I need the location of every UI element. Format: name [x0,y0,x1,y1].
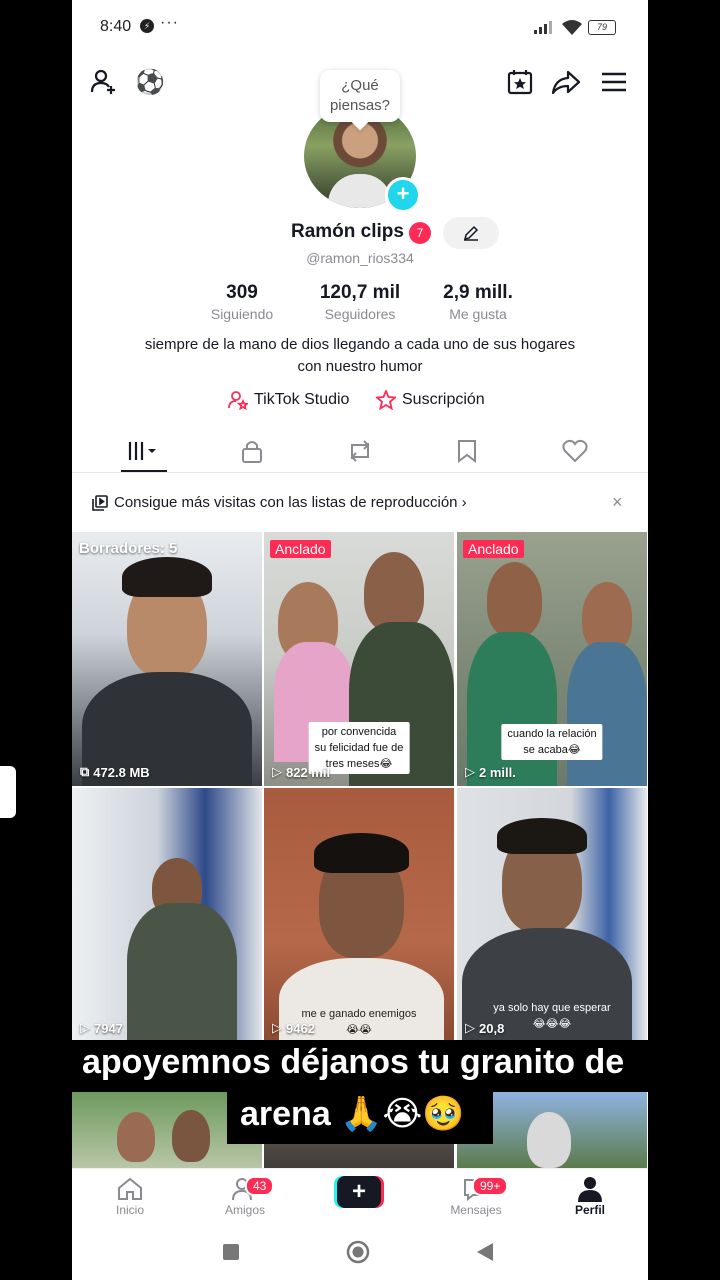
video-thumbnail[interactable]: Borradores: 5 ⧉ 472.8 MB [72,532,262,786]
tiktok-studio-link[interactable]: TikTok Studio [228,390,349,410]
drafts-icon: ⧉ [80,764,90,779]
stat-following[interactable]: 309 Siguiendo [192,282,292,322]
messenger-icon: ⚡ [140,19,154,33]
grid-icon [128,442,156,460]
add-friend-icon[interactable] [88,66,120,98]
video-thumbnail[interactable]: ya solo hay que esperar 😂😂😂 ▷ 20,8 [457,788,647,1042]
video-thumbnail[interactable]: Anclado cuando la relación se acaba😂 ▷ 2 … [457,532,647,786]
nav-profile[interactable]: Perfil [550,1175,630,1217]
friends-badge: 43 [245,1176,275,1196]
home-button-icon[interactable] [346,1240,370,1264]
video-caption: ya solo hay que esperar 😂😂😂 [493,1002,611,1030]
plus-icon: + [337,1176,381,1208]
repost-icon [350,440,370,462]
notification-badge: 7 [409,222,431,244]
video-thumbnail[interactable]: Anclado por convencida su felicidad fue … [264,532,454,786]
side-edge-handle[interactable] [0,766,16,818]
bookmark-icon [458,440,476,463]
drafts-label: Borradores: 5 [79,540,178,557]
tab-saved[interactable] [443,434,491,468]
pinned-badge: Anclado [463,540,524,558]
caption-overlay-line1: apoyemnos déjanos tu granito de [82,1043,625,1081]
play-icon: ▷ [465,764,475,779]
playlist-banner[interactable]: Consigue más visitas con las listas de r… [72,480,648,524]
home-icon [118,1177,142,1200]
pencil-icon [463,225,479,241]
caption-overlay-line2: arena 🙏😭🥹 [240,1095,465,1133]
tab-reposts[interactable] [336,434,384,468]
star-badge-icon [376,390,396,410]
note-bubble[interactable]: ¿Qué piensas? [320,70,400,122]
tab-divider [72,472,648,473]
add-story-icon[interactable]: + [385,177,421,213]
banner-text: Consigue más visitas con las listas de r… [114,494,467,511]
video-size: ⧉ 472.8 MB [80,764,150,780]
view-count: ▷ 822 mil [272,764,331,780]
phone-screen: 8:40 ⚡ ··· 79 ⚽ ¿Qué piensas? + Ramón cl… [72,0,648,1280]
back-icon[interactable] [476,1242,494,1262]
pinned-badge: Anclado [270,540,331,558]
share-icon[interactable] [550,66,582,98]
stat-followers[interactable]: 120,7 mil Seguidores [305,282,415,322]
wifi-icon [562,20,582,35]
play-icon: ▷ [465,1020,475,1035]
status-more: ··· [160,14,179,31]
close-icon[interactable]: × [612,492,623,513]
signal-icon [534,21,552,34]
recent-apps-icon[interactable] [222,1243,240,1261]
play-icon: ▷ [272,764,282,779]
calendar-star-icon[interactable] [504,66,536,98]
nav-inbox[interactable]: Mensajes 99+ [436,1175,516,1217]
view-count: ▷ 7947 [80,1020,123,1036]
view-count: ▷ 20,8 [465,1020,505,1036]
bottom-nav: Inicio Amigos 43 + Mensajes 99+ Perfil [72,1168,648,1225]
play-icon: ▷ [272,1020,282,1035]
status-bar: 8:40 ⚡ ··· 79 [72,0,648,54]
status-time: 8:40 [100,18,132,35]
profile-handle: @ramon_rios334 [306,250,414,266]
play-icon: ▷ [80,1020,90,1035]
video-thumbnail[interactable]: me e ganado enemigos 😭😭 ▷ 9462 [264,788,454,1042]
tab-private[interactable] [228,434,276,468]
heart-icon [562,439,588,463]
stat-likes[interactable]: 2,9 mill. Me gusta [428,282,528,322]
edit-profile-button[interactable] [443,217,499,249]
tab-videos[interactable] [120,434,168,468]
view-count: ▷ 9462 [272,1020,315,1036]
tab-liked[interactable] [551,434,599,468]
menu-icon[interactable] [598,66,630,98]
subscription-link[interactable]: Suscripción [376,390,485,410]
create-button[interactable]: + [334,1176,384,1208]
lock-icon [242,441,262,463]
soccer-ball-icon[interactable]: ⚽ [134,66,166,98]
playlist-icon [92,495,108,511]
video-thumbnail[interactable]: ▷ 7947 [72,788,262,1042]
profile-icon [578,1177,602,1202]
nav-friends[interactable]: Amigos 43 [205,1175,285,1217]
battery-icon: 79 [588,20,616,35]
view-count: ▷ 2 mill. [465,764,516,780]
nav-home[interactable]: Inicio [90,1175,170,1217]
profile-bio: siempre de la mano de dios llegando a ca… [144,336,576,375]
person-star-icon [228,391,248,410]
video-caption: cuando la relación se acaba😂 [501,724,603,760]
system-nav-bar [72,1224,648,1280]
profile-name: Ramón clips [291,221,404,242]
inbox-badge: 99+ [472,1176,509,1196]
